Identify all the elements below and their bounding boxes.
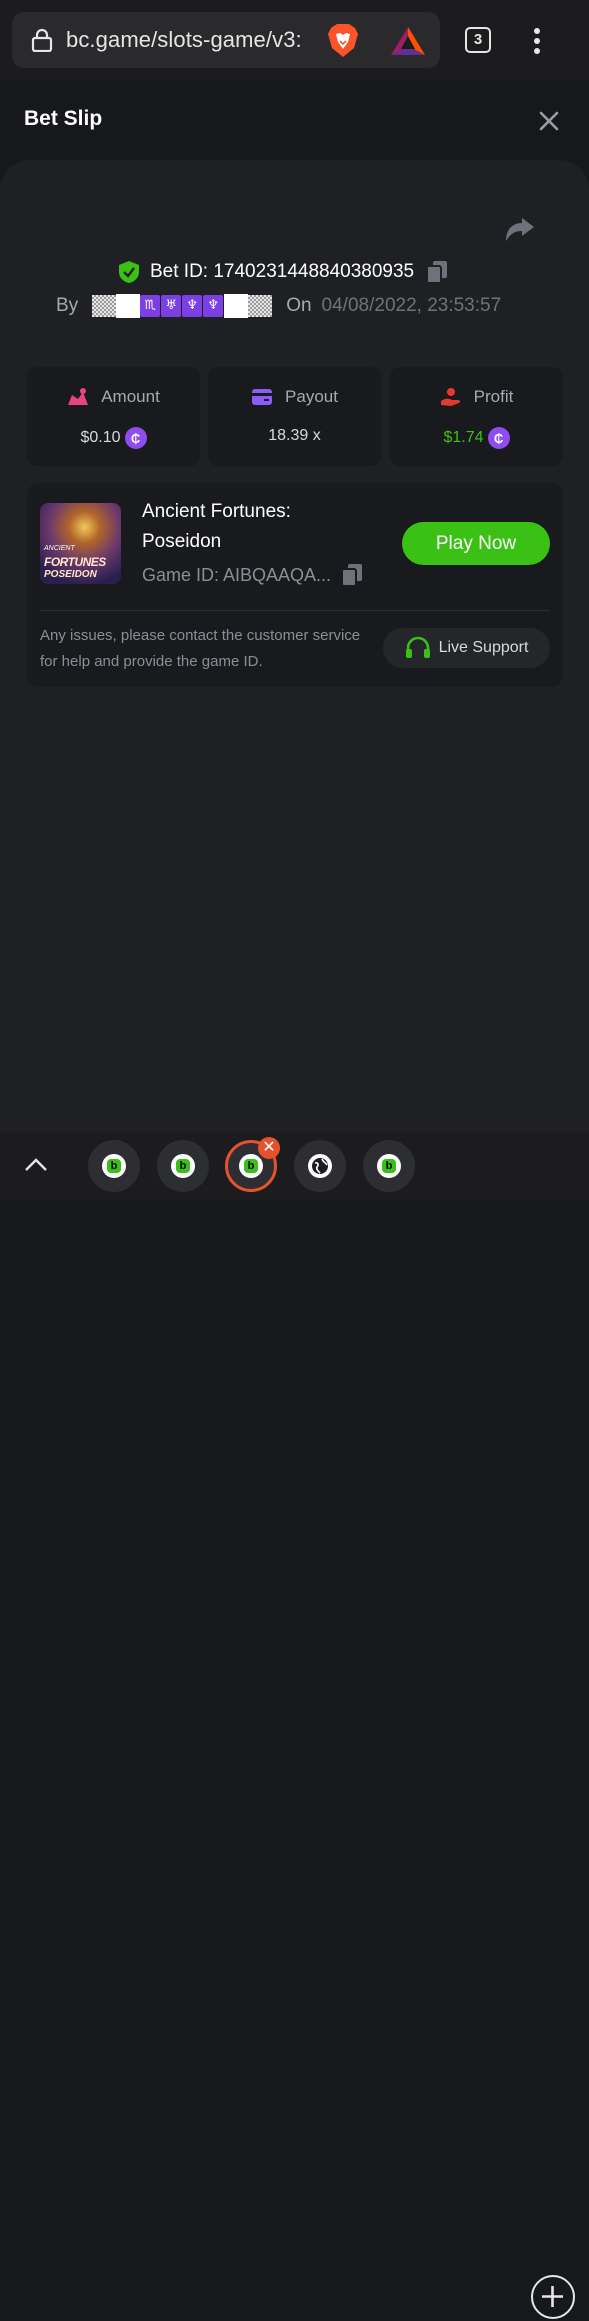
live-support-label: Live Support — [438, 639, 529, 656]
copy-icon[interactable] — [426, 260, 448, 284]
verified-shield-icon — [119, 261, 139, 283]
payout-value: 18.39 x — [268, 427, 321, 444]
brave-lion-icon[interactable] — [326, 22, 360, 58]
profit-label: Profit — [473, 387, 514, 406]
game-card: ANCIENT FORTUNES POSEIDON Ancient Fortun… — [27, 483, 563, 687]
coin-icon: ₵ — [124, 427, 147, 449]
game-id: Game ID: AIBQAAQA... — [142, 564, 332, 585]
modal-title: Bet Slip — [24, 107, 103, 130]
bcgame-favicon-icon: b — [171, 1154, 195, 1178]
bcgame-favicon-icon: b — [102, 1154, 126, 1178]
by-label: By — [56, 295, 79, 316]
username-pixel-block — [224, 294, 249, 318]
amount-card: Amount $0.10 ₵ — [27, 367, 200, 466]
menu-dots-icon[interactable] — [530, 27, 544, 55]
amount-value: $0.10 — [80, 429, 121, 446]
profit-card: Profit $1.74 ₵ — [390, 367, 563, 466]
browser-tab-strip: b b b b — [0, 1132, 589, 2319]
wallet-icon — [252, 389, 273, 405]
bet-id-row: Bet ID: 1740231448840380935 — [118, 258, 448, 286]
support-note: Any issues, please contact the customer … — [40, 627, 361, 670]
plus-icon — [542, 2286, 563, 2307]
play-now-button[interactable]: Play Now — [402, 522, 550, 565]
game-id-row: Game ID: AIBQAAQA... — [142, 563, 363, 587]
bet-date: 04/08/2022, 23:53:57 — [321, 295, 502, 316]
close-icon[interactable] — [536, 108, 562, 134]
globe-icon — [308, 1154, 332, 1178]
game-thumbnail[interactable]: ANCIENT FORTUNES POSEIDON — [40, 503, 121, 584]
username-pixel-block — [92, 295, 117, 317]
divider — [40, 610, 550, 611]
tab-bcgame[interactable]: b — [88, 1140, 140, 1192]
amount-icon — [68, 388, 89, 405]
new-tab-button[interactable] — [531, 2275, 575, 2319]
username-pixel-block — [116, 294, 141, 318]
tab-count-button[interactable]: 3 — [465, 27, 491, 53]
lock-icon — [31, 28, 53, 52]
thumbnail-text: FORTUNES — [44, 555, 106, 569]
tab-globe[interactable] — [294, 1140, 346, 1192]
payout-card: Payout 18.39 x — [208, 367, 381, 466]
url-text[interactable]: bc.game/slots-game/v3: — [66, 27, 302, 53]
bcgame-favicon-icon: b — [377, 1154, 401, 1178]
username-pixel-block — [248, 295, 273, 317]
username-symbol: ♆ — [203, 295, 224, 317]
bet-id: Bet ID: 1740231448840380935 — [150, 261, 415, 282]
tab-bcgame[interactable]: b — [363, 1140, 415, 1192]
bcgame-favicon-icon: b — [239, 1154, 263, 1178]
live-support-button[interactable]: Live Support — [383, 628, 550, 668]
coin-icon: ₵ — [487, 427, 510, 449]
bat-rewards-icon[interactable] — [390, 26, 426, 56]
on-label: On — [286, 295, 312, 316]
browser-toolbar: bc.game/slots-game/v3: 3 — [0, 0, 589, 80]
share-icon[interactable] — [504, 216, 536, 244]
username-symbol: ♏ — [140, 295, 161, 317]
amount-label: Amount — [101, 387, 160, 406]
payout-label: Payout — [285, 387, 338, 406]
bet-owner-row: By ♏ ♅ ♆ ♆ On 04/08/2022, 23:53:57 — [56, 292, 501, 320]
address-bar[interactable]: bc.game/slots-game/v3: — [12, 12, 440, 68]
username-symbol: ♆ — [182, 295, 203, 317]
profit-hand-icon — [440, 388, 460, 406]
profit-value: $1.74 — [443, 429, 484, 446]
copy-icon[interactable] — [341, 563, 363, 587]
game-name: Ancient Fortunes: Poseidon — [142, 501, 291, 552]
thumbnail-text: POSEIDON — [44, 569, 97, 580]
chevron-up-icon[interactable] — [24, 1156, 48, 1172]
close-tab-icon[interactable]: ✕ — [258, 1137, 280, 1159]
tab-bcgame[interactable]: b — [157, 1140, 209, 1192]
thumbnail-text: ANCIENT — [44, 545, 75, 552]
username[interactable]: ♏ ♅ ♆ ♆ — [92, 294, 273, 318]
headset-icon — [405, 636, 430, 658]
username-symbol: ♅ — [161, 295, 182, 317]
